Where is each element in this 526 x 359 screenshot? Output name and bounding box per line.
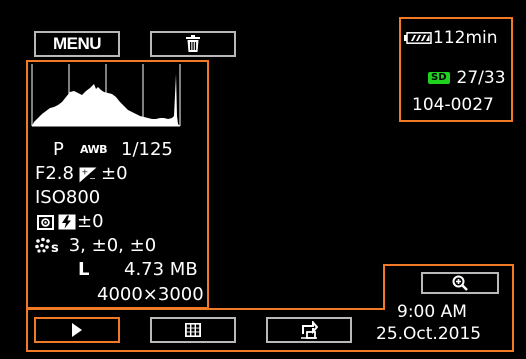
shutter-speed: 1/125 bbox=[121, 139, 173, 160]
flash-compensation-icon bbox=[58, 214, 76, 230]
image-counter: 27/33 bbox=[456, 68, 506, 88]
play-button[interactable] bbox=[34, 317, 120, 343]
flash-compensation-value: ±0 bbox=[77, 211, 104, 232]
histogram-icon bbox=[31, 64, 181, 127]
image-size-label: L bbox=[78, 259, 90, 280]
awb-icon: AWB bbox=[80, 143, 108, 156]
return-icon bbox=[301, 321, 318, 339]
battery-icon bbox=[404, 32, 432, 44]
menu-button[interactable]: MENU bbox=[34, 31, 120, 57]
image-effect-icon: s bbox=[35, 237, 59, 256]
zoom-in-icon bbox=[452, 275, 468, 291]
svg-text:s: s bbox=[51, 241, 59, 253]
index-button[interactable] bbox=[150, 317, 236, 343]
play-icon bbox=[72, 323, 82, 337]
exposure-compensation-icon: + − bbox=[79, 167, 97, 183]
zoom-button[interactable] bbox=[421, 272, 499, 294]
metering-icon bbox=[37, 215, 54, 230]
file-number: 104-0027 bbox=[412, 95, 494, 115]
clock-date: 25.Oct.2015 bbox=[376, 324, 482, 344]
svg-text:+: + bbox=[82, 168, 89, 177]
sd-card-icon: SD bbox=[428, 72, 450, 84]
menu-button-label: MENU bbox=[52, 34, 102, 53]
return-button[interactable] bbox=[266, 317, 352, 343]
clock-time: 9:00 AM bbox=[397, 302, 467, 322]
file-size: 4.73 MB bbox=[124, 259, 198, 280]
image-effect-row: s 3, ±0, ±0 bbox=[35, 235, 157, 256]
aperture: F2.8 bbox=[35, 163, 74, 184]
shooting-mode: P bbox=[53, 139, 64, 160]
exposure-compensation-value: ±0 bbox=[101, 163, 128, 184]
svg-text:−: − bbox=[89, 174, 96, 183]
resolution: 4000×3000 bbox=[97, 284, 204, 305]
delete-button[interactable] bbox=[150, 31, 236, 57]
index-icon bbox=[185, 323, 201, 337]
battery-time: 112min bbox=[433, 28, 498, 48]
image-effect-values: 3, ±0, ±0 bbox=[68, 235, 157, 256]
battery-row: 112min bbox=[404, 30, 498, 47]
iso-value: ISO800 bbox=[35, 187, 101, 208]
trash-icon bbox=[186, 35, 200, 52]
image-counter-row: SD 27/33 bbox=[428, 70, 506, 87]
